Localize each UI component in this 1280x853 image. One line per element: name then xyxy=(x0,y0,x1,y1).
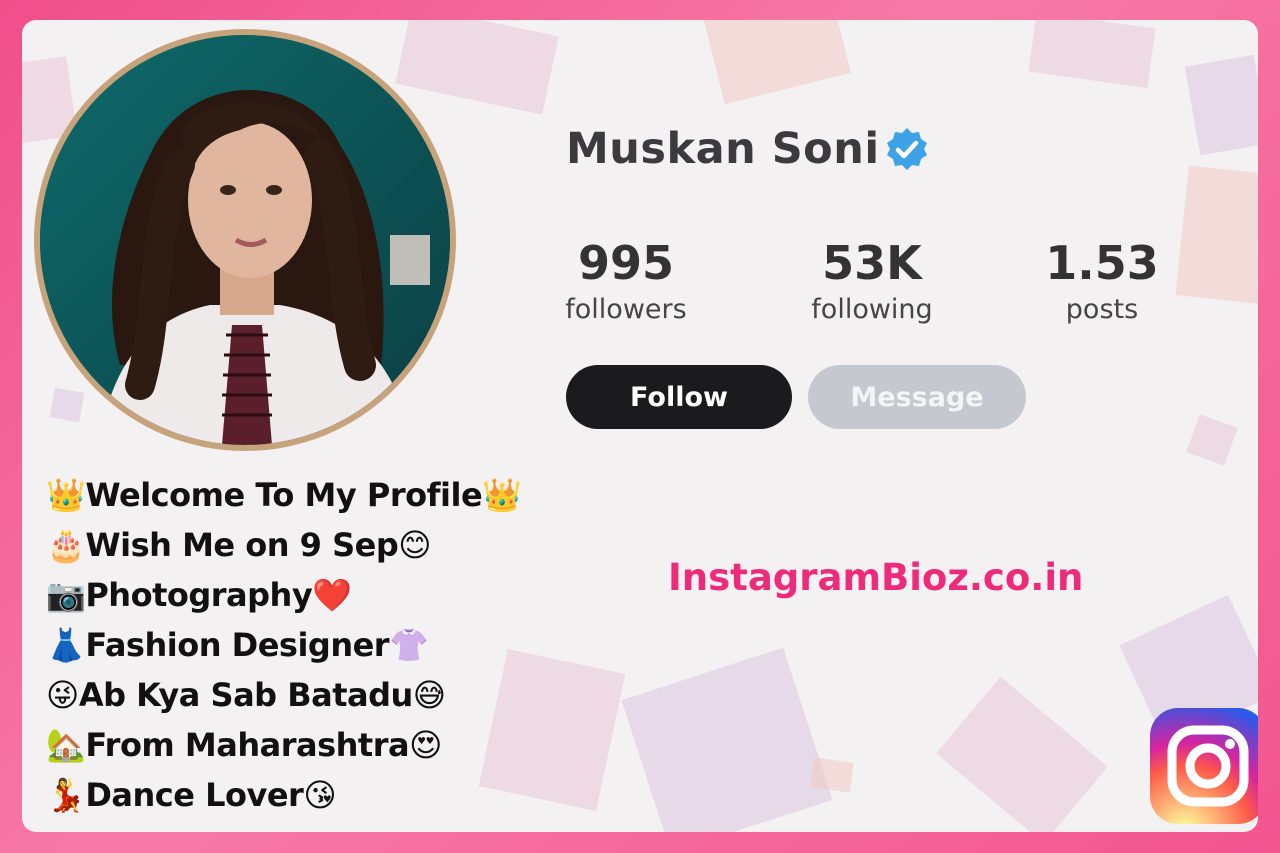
following-stat[interactable]: 53K following xyxy=(772,236,972,325)
pink-frame: Muskan Soni 995 followers 53K following … xyxy=(0,0,1280,853)
crown-icon: 👑 xyxy=(482,476,522,514)
winking-tongue-icon: 😜 xyxy=(46,676,79,714)
follow-button[interactable]: Follow xyxy=(566,365,792,429)
smiling-face-icon: 😊 xyxy=(398,526,432,564)
profile-name: Muskan Soni xyxy=(566,124,880,174)
bio-line: 🏡 From Maharashtra 😍 xyxy=(46,720,521,770)
background-shape xyxy=(1028,20,1156,89)
background-shape xyxy=(810,757,854,793)
bio-line: 🎂 Wish Me on 9 Sep 😊 xyxy=(46,520,521,570)
kissing-face-icon: 😘 xyxy=(303,776,337,814)
background-shape xyxy=(395,20,559,115)
blouse-icon: 👚 xyxy=(389,626,429,664)
background-shape xyxy=(621,647,833,832)
bio-text: Dance Lover xyxy=(85,776,304,814)
background-shape xyxy=(703,20,851,105)
instagram-logo-icon xyxy=(1150,708,1258,824)
bio-text: Wish Me on 9 Sep xyxy=(85,526,399,564)
posts-count: 1.53 xyxy=(1045,236,1159,290)
message-button[interactable]: Message xyxy=(808,365,1026,429)
posts-label: posts xyxy=(1065,294,1139,325)
followers-count: 995 xyxy=(577,236,675,290)
heart-icon: ❤️ xyxy=(312,576,352,614)
verified-badge-icon xyxy=(884,126,930,172)
house-icon: 🏡 xyxy=(46,726,86,764)
bio-text: From Maharashtra xyxy=(85,726,410,764)
background-shape xyxy=(1184,54,1258,156)
bio-line: 💃 Dance Lover 😘 xyxy=(46,770,521,820)
avatar[interactable] xyxy=(34,29,456,451)
bio-line: 👗 Fashion Designer 👚 xyxy=(46,620,521,670)
bio-text: Fashion Designer xyxy=(85,626,390,664)
followers-stat[interactable]: 995 followers xyxy=(526,236,726,325)
camera-icon: 📷 xyxy=(46,576,86,614)
bio-line: 👑 Welcome To My Profile 👑 xyxy=(46,470,522,520)
sweat-smile-icon: 😅 xyxy=(412,676,446,714)
background-shape xyxy=(936,676,1108,832)
dancer-icon: 💃 xyxy=(46,776,86,814)
following-count: 53K xyxy=(822,236,922,290)
followers-label: followers xyxy=(565,294,687,325)
birthday-cake-icon: 🎂 xyxy=(46,526,86,564)
bio-line: 📷 Photography ❤️ xyxy=(46,570,521,620)
profile-name-row: Muskan Soni xyxy=(566,124,930,174)
crown-icon: 👑 xyxy=(46,476,86,514)
heart-eyes-icon: 😍 xyxy=(409,726,442,764)
bio-text: Photography xyxy=(85,576,313,614)
dress-icon: 👗 xyxy=(46,626,86,664)
posts-stat[interactable]: 1.53 posts xyxy=(1002,236,1202,325)
bio-line: 😜 Ab Kya Sab Batadu 😅 xyxy=(46,670,521,720)
bio: 👑 Welcome To My Profile 👑 🎂 Wish Me on 9 Se… xyxy=(46,470,522,820)
profile-photo xyxy=(40,35,450,445)
following-label: following xyxy=(811,294,933,325)
background-shape xyxy=(49,387,85,423)
watermark-text: InstagramBioz.co.in xyxy=(668,556,1084,599)
background-shape xyxy=(1186,414,1238,466)
bio-text: Ab Kya Sab Batadu xyxy=(78,676,413,714)
bio-text: Welcome To My Profile xyxy=(85,476,483,514)
